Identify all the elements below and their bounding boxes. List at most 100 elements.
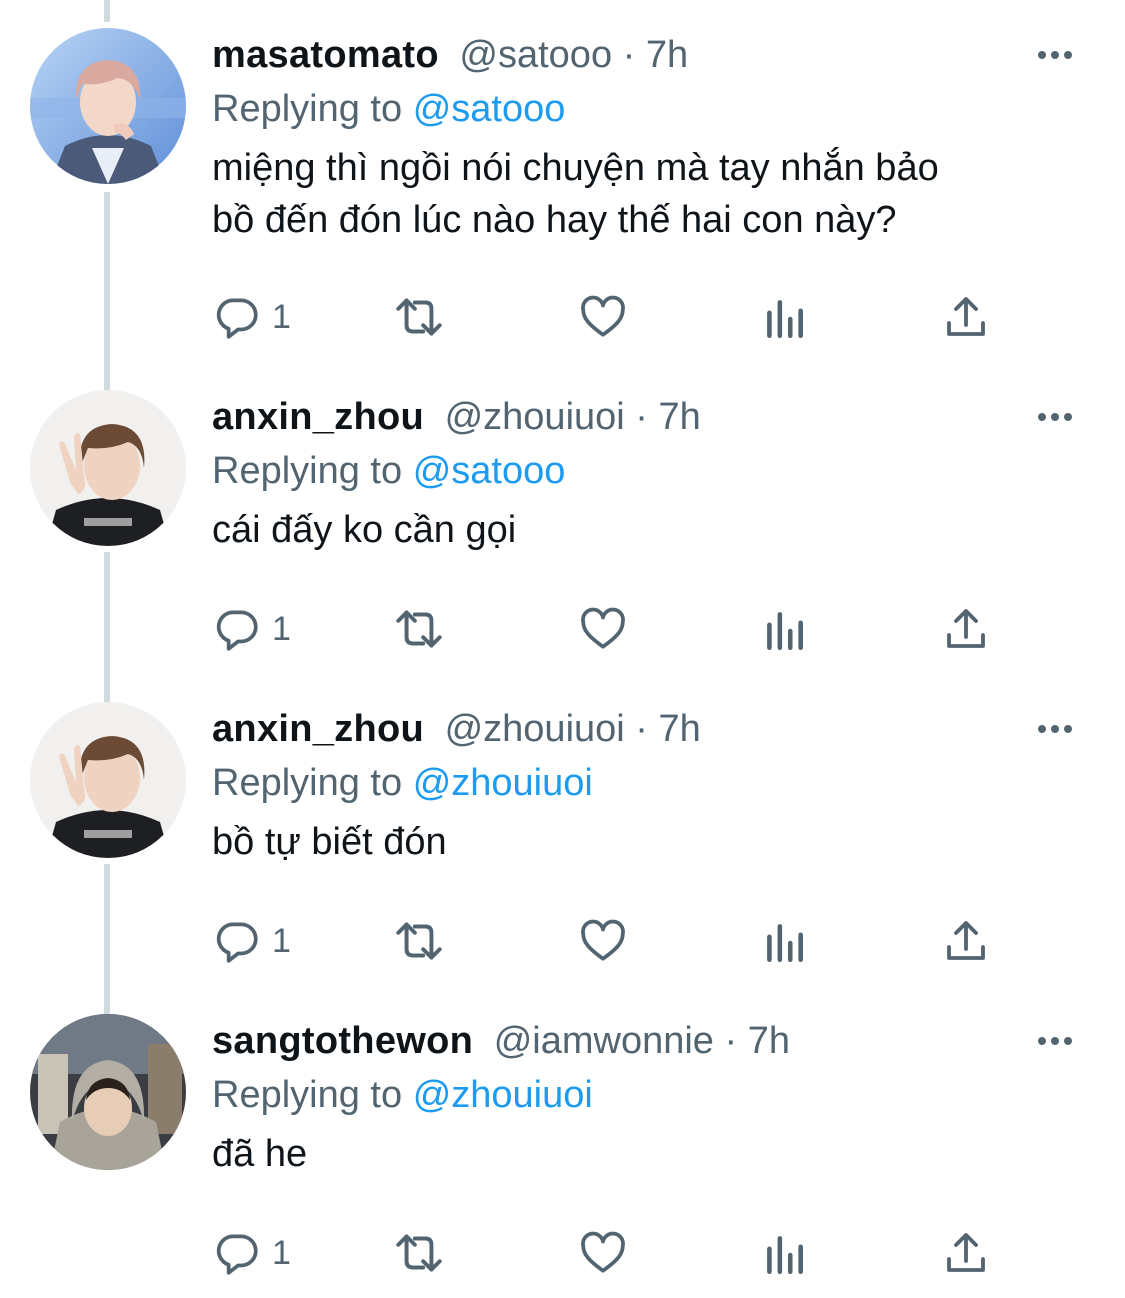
reply-count: 1: [272, 609, 291, 648]
tweet-header: sangtothewon @iamwonnie · 7h: [212, 1014, 1085, 1068]
reply-button[interactable]: 1: [212, 916, 291, 966]
mention-link[interactable]: @zhouiuoi: [413, 762, 593, 804]
reply-count: 1: [272, 921, 291, 960]
avatar[interactable]: [30, 390, 186, 546]
replying-prefix: Replying to: [212, 762, 403, 804]
views-icon: [767, 300, 803, 339]
display-name[interactable]: masatomato: [212, 34, 439, 76]
tweet[interactable]: anxin_zhou @zhouiuoi · 7h Replying to @s…: [0, 362, 1125, 674]
separator-dot: ·: [635, 708, 648, 750]
more-options-icon[interactable]: [1035, 390, 1075, 444]
timestamp[interactable]: 7h: [646, 34, 688, 76]
like-button[interactable]: [578, 916, 628, 966]
replying-to: Replying to @zhouiuoi: [212, 756, 1085, 810]
like-icon: [581, 919, 625, 961]
user-handle[interactable]: @zhouiuoi: [445, 708, 625, 750]
retweet-icon: [396, 298, 442, 336]
tweet-text: đã he: [212, 1128, 1085, 1180]
replying-prefix: Replying to: [212, 1074, 403, 1116]
reply-icon: [216, 922, 258, 963]
reply-button[interactable]: 1: [212, 604, 291, 654]
like-icon: [581, 1231, 625, 1273]
tweet[interactable]: sangtothewon @iamwonnie · 7h Replying to…: [0, 986, 1125, 1298]
display-name[interactable]: anxin_zhou: [212, 396, 424, 438]
share-button[interactable]: [942, 604, 990, 654]
replying-to: Replying to @satooo: [212, 82, 1085, 136]
reply-button[interactable]: 1: [212, 1228, 291, 1278]
display-name[interactable]: anxin_zhou: [212, 708, 424, 750]
like-icon: [581, 295, 625, 337]
tweet-text: cái đấy ko cần gọi: [212, 504, 1085, 556]
timestamp[interactable]: 7h: [659, 396, 701, 438]
retweet-button[interactable]: [390, 916, 448, 966]
user-handle[interactable]: @satooo: [459, 34, 612, 76]
replying-prefix: Replying to: [212, 88, 403, 130]
share-button[interactable]: [942, 1228, 990, 1278]
like-button[interactable]: [578, 1228, 628, 1278]
retweet-icon: [396, 610, 442, 648]
more-options-icon[interactable]: [1035, 702, 1075, 756]
tweet-header: anxin_zhou @zhouiuoi · 7h: [212, 702, 1085, 756]
share-button[interactable]: [942, 916, 990, 966]
share-icon: [947, 1233, 985, 1272]
avatar[interactable]: [30, 1014, 186, 1170]
mention-link[interactable]: @zhouiuoi: [413, 1074, 593, 1116]
mention-link[interactable]: @satooo: [413, 450, 566, 492]
tweet-header: masatomato @satooo · 7h: [212, 28, 1085, 82]
retweet-button[interactable]: [390, 1228, 448, 1278]
tweet[interactable]: masatomato @satooo · 7h Replying to @sat…: [0, 0, 1125, 339]
avatar[interactable]: [30, 702, 186, 858]
share-button[interactable]: [942, 292, 990, 342]
tweet[interactable]: anxin_zhou @zhouiuoi · 7h Replying to @z…: [0, 674, 1125, 986]
replying-prefix: Replying to: [212, 450, 403, 492]
like-button[interactable]: [578, 604, 628, 654]
mention-link[interactable]: @satooo: [413, 88, 566, 130]
avatar-masatomato-icon: [30, 28, 186, 184]
retweet-icon: [396, 922, 442, 960]
action-bar: 1: [212, 916, 1012, 966]
like-button[interactable]: [578, 292, 628, 342]
reply-icon: [216, 610, 258, 651]
reply-count: 1: [272, 297, 291, 336]
action-bar: 1: [212, 604, 1012, 654]
views-button[interactable]: [762, 292, 806, 342]
avatar-anxin-zhou-icon: [30, 702, 186, 858]
share-icon: [947, 297, 985, 336]
reply-button[interactable]: 1: [212, 292, 291, 342]
reply-icon: [216, 1234, 258, 1275]
retweet-button[interactable]: [390, 604, 448, 654]
reply-thread: masatomato @satooo · 7h Replying to @sat…: [0, 0, 1125, 1296]
tweet-text-line: cái đấy ko cần gọi: [212, 509, 517, 551]
replying-to: Replying to @zhouiuoi: [212, 1068, 1085, 1122]
views-icon: [767, 1236, 803, 1275]
separator-dot: ·: [635, 396, 648, 438]
reply-icon: [216, 298, 258, 339]
views-button[interactable]: [762, 604, 806, 654]
more-options-icon[interactable]: [1035, 28, 1075, 82]
tweet-text: bồ tự biết đón: [212, 816, 1085, 868]
more-options-icon[interactable]: [1035, 1014, 1075, 1068]
tweet-text: miệng thì ngồi nói chuyện mà tay nhắn bả…: [212, 142, 1085, 246]
user-handle[interactable]: @iamwonnie: [494, 1020, 714, 1062]
views-button[interactable]: [762, 916, 806, 966]
tweet-text-line: bồ tự biết đón: [212, 821, 447, 863]
like-icon: [581, 607, 625, 649]
views-icon: [767, 924, 803, 963]
user-handle[interactable]: @zhouiuoi: [445, 396, 625, 438]
tweet-text-line: miệng thì ngồi nói chuyện mà tay nhắn bả…: [212, 147, 939, 189]
retweet-icon: [396, 1234, 442, 1272]
separator-dot: ·: [724, 1020, 738, 1062]
avatar[interactable]: [30, 28, 186, 184]
timestamp[interactable]: 7h: [659, 708, 701, 750]
action-bar: 1: [212, 1228, 1012, 1278]
tweet-text-line: đã he: [212, 1133, 308, 1175]
avatar-sangtothewon-icon: [30, 1014, 186, 1170]
reply-count: 1: [272, 1233, 291, 1272]
share-icon: [947, 921, 985, 960]
retweet-button[interactable]: [390, 292, 448, 342]
display-name[interactable]: sangtothewon: [212, 1020, 473, 1062]
views-button[interactable]: [762, 1228, 806, 1278]
views-icon: [767, 612, 803, 651]
timestamp[interactable]: 7h: [748, 1020, 790, 1062]
tweet-header: anxin_zhou @zhouiuoi · 7h: [212, 390, 1085, 444]
